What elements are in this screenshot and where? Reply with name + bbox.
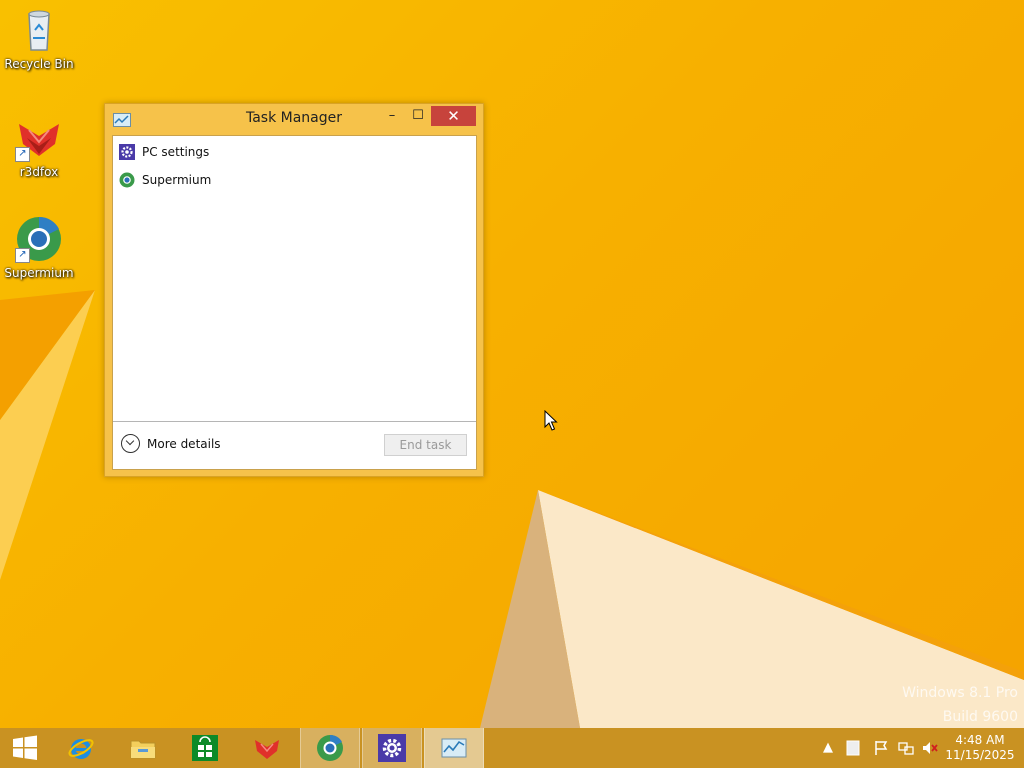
gear-icon: [378, 734, 406, 762]
r3dfox-icon: [253, 734, 281, 762]
desktop-icon-label: r3dfox: [19, 165, 59, 179]
taskbar-item-task-manager[interactable]: [424, 728, 484, 768]
taskbar-item-pc-settings[interactable]: [362, 728, 422, 768]
taskbar-item-internet-explorer[interactable]: [52, 728, 110, 768]
taskbar-item-store[interactable]: [176, 728, 234, 768]
desktop-icon-label: Recycle Bin: [4, 57, 74, 71]
mouse-cursor-icon: [544, 409, 558, 436]
supermium-icon: ↗: [15, 215, 63, 263]
close-button[interactable]: ✕: [431, 106, 476, 126]
tablet-icon[interactable]: [845, 740, 861, 756]
supermium-icon: [316, 734, 344, 762]
taskbar-clock[interactable]: 4:48 AM 11/15/2025: [944, 733, 1016, 763]
taskbar-item-r3dfox[interactable]: [238, 728, 296, 768]
process-name: PC settings: [142, 145, 210, 159]
volume-muted-icon[interactable]: [922, 740, 938, 756]
taskbar: ▲ 4:48 AM 11/15/2025: [0, 728, 1024, 768]
clock-date: 11/15/2025: [945, 748, 1015, 762]
task-manager-icon: [440, 734, 468, 762]
clock-time: 4:48 AM: [955, 733, 1005, 747]
r3dfox-icon: ↗: [15, 114, 63, 162]
show-hidden-icons-chevron-icon[interactable]: ▲: [820, 740, 836, 756]
network-icon[interactable]: [898, 740, 914, 756]
internet-explorer-icon: [67, 734, 95, 762]
file-explorer-icon: [129, 734, 157, 762]
minimize-button[interactable]: –: [379, 106, 405, 126]
maximize-button[interactable]: ☐: [405, 106, 431, 126]
taskbar-item-supermium[interactable]: [300, 728, 360, 768]
more-details-label: More details: [147, 437, 221, 451]
windows-start-icon: [11, 734, 39, 762]
title-bar[interactable]: Task Manager – ☐ ✕: [105, 104, 483, 134]
windows-edition-watermark: Windows 8.1 Pro: [902, 685, 1018, 701]
start-button[interactable]: [0, 728, 58, 768]
pc-settings-icon: [119, 144, 135, 160]
task-manager-content: PC settings Supermium More details End t…: [112, 135, 477, 470]
desktop-icon-r3dfox[interactable]: ↗ r3dfox: [1, 114, 77, 179]
windows-build-watermark: Build 9600: [942, 709, 1018, 725]
task-manager-window: Task Manager – ☐ ✕ PC settings Supermium…: [104, 103, 484, 477]
store-icon: [191, 734, 219, 762]
taskbar-item-file-explorer[interactable]: [114, 728, 172, 768]
supermium-icon: [119, 172, 135, 188]
shortcut-arrow-icon: ↗: [15, 248, 30, 263]
process-list-item[interactable]: Supermium: [119, 170, 469, 192]
desktop-icon-recycle-bin[interactable]: Recycle Bin: [1, 6, 77, 71]
recycle-bin-icon: [15, 6, 63, 54]
desktop-icon-supermium[interactable]: ↗ Supermium: [1, 215, 77, 280]
shortcut-arrow-icon: ↗: [15, 147, 30, 162]
process-list-item[interactable]: PC settings: [119, 142, 469, 164]
action-center-flag-icon[interactable]: [873, 740, 889, 756]
desktop-icon-label: Supermium: [4, 266, 74, 280]
process-name: Supermium: [142, 173, 212, 187]
more-details-button[interactable]: More details: [121, 434, 241, 456]
end-task-button[interactable]: End task: [384, 434, 467, 456]
chevron-down-icon: [121, 434, 140, 453]
footer-divider: [113, 421, 476, 422]
